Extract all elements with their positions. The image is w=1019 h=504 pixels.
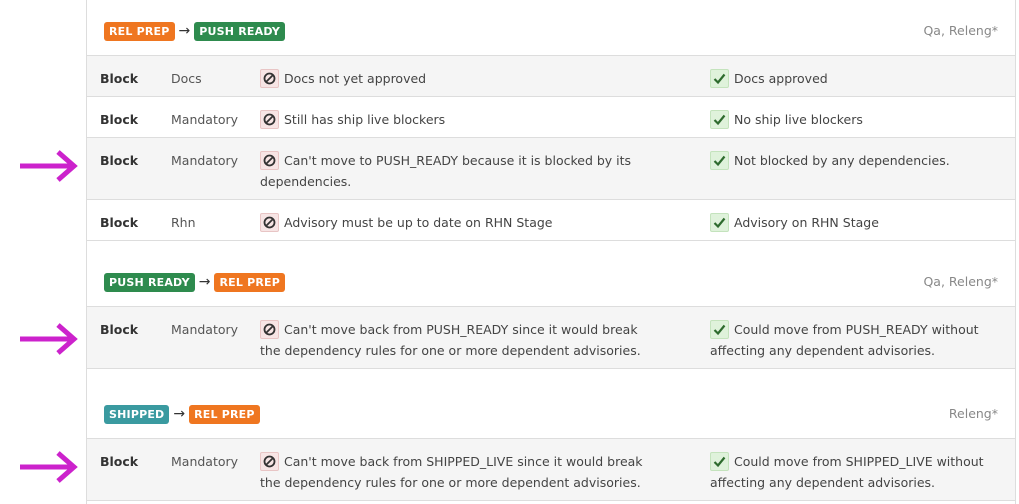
rule-fail-cell: Can't move to PUSH_READY because it is b… — [260, 150, 650, 192]
transition-header: REL PREP → PUSH READY Qa, Releng* — [87, 0, 1015, 56]
pointer-arrow-icon — [20, 323, 78, 355]
rule-type: Block — [100, 153, 139, 168]
state-badge-from: REL PREP — [104, 22, 175, 41]
transition-header: SHIPPED → REL PREP Releng* — [87, 369, 1015, 439]
state-badge-from: PUSH READY — [104, 273, 195, 292]
roles-label: Qa, Releng* — [923, 274, 998, 289]
state-badge-to: REL PREP — [214, 273, 286, 292]
transition-header: PUSH READY → REL PREP Qa, Releng* — [87, 241, 1015, 307]
rule-type: Block — [100, 71, 139, 86]
check-icon — [710, 320, 729, 339]
blocked-icon — [260, 110, 279, 129]
rule-pass-message: Could move from PUSH_READY without affec… — [710, 322, 979, 358]
check-icon — [710, 213, 729, 232]
rule-category: Mandatory — [171, 454, 239, 469]
rule-category: Docs — [171, 71, 202, 86]
state-badge-to: REL PREP — [189, 405, 260, 424]
check-icon — [710, 151, 729, 170]
rule-row: Block Mandatory Still has ship live bloc… — [87, 97, 1015, 138]
rule-pass-cell: No ship live blockers — [710, 109, 1000, 130]
rule-row: Block Docs Docs not yet approved Docs ap… — [87, 56, 1015, 97]
rule-pass-cell: Could move from SHIPPED_LIVE without aff… — [710, 451, 1000, 493]
check-icon — [710, 110, 729, 129]
rule-fail-cell: Can't move back from PUSH_READY since it… — [260, 319, 650, 361]
roles-label: Releng* — [948, 406, 998, 421]
rule-fail-message: Advisory must be up to date on RHN Stage — [284, 215, 553, 230]
rule-fail-message: Docs not yet approved — [284, 71, 427, 86]
rule-fail-message: Can't move to PUSH_READY because it is b… — [260, 153, 632, 189]
rule-category: Rhn — [171, 215, 196, 230]
rule-pass-cell: Could move from PUSH_READY without affec… — [710, 319, 1000, 361]
rule-fail-cell: Advisory must be up to date on RHN Stage — [260, 212, 650, 233]
right-arrow-icon: → — [198, 274, 211, 290]
transition-states: PUSH READY → REL PREP — [104, 273, 286, 292]
check-icon — [710, 69, 729, 88]
rule-pass-cell: Advisory on RHN Stage — [710, 212, 1000, 233]
rule-category: Mandatory — [171, 112, 239, 127]
rule-row: Block Mandatory Can't move back from PUS… — [87, 307, 1015, 369]
rule-pass-message: No ship live blockers — [734, 112, 863, 127]
right-arrow-icon: → — [173, 406, 186, 422]
right-arrow-icon: → — [178, 23, 191, 39]
roles-label: Qa, Releng* — [923, 23, 998, 38]
blocked-icon — [260, 320, 279, 339]
transition-rules-panel: REL PREP → PUSH READY Qa, Releng* Block … — [86, 0, 1016, 504]
rule-fail-cell: Still has ship live blockers — [260, 109, 650, 130]
blocked-icon — [260, 151, 279, 170]
rule-row: Block Mandatory Can't move back from SHI… — [87, 439, 1015, 501]
rule-type: Block — [100, 112, 139, 127]
check-icon — [710, 452, 729, 471]
rule-fail-message: Still has ship live blockers — [284, 112, 446, 127]
rule-pass-message: Could move from SHIPPED_LIVE without aff… — [710, 454, 984, 490]
rule-pass-cell: Docs approved — [710, 68, 1000, 89]
rule-fail-cell: Can't move back from SHIPPED_LIVE since … — [260, 451, 650, 493]
rule-pass-message: Docs approved — [734, 71, 828, 86]
state-badge-to: PUSH READY — [194, 22, 286, 41]
state-badge-from: SHIPPED — [104, 405, 170, 424]
rule-row: Block Mandatory Can't move to PUSH_READY… — [87, 138, 1015, 200]
blocked-icon — [260, 452, 279, 471]
rule-pass-cell: Not blocked by any dependencies. — [710, 150, 1000, 171]
pointer-arrow-icon — [20, 451, 78, 483]
rule-type: Block — [100, 454, 139, 469]
rule-fail-message: Can't move back from PUSH_READY since it… — [260, 322, 641, 358]
pointer-arrow-icon — [20, 150, 78, 182]
rule-type: Block — [100, 215, 139, 230]
transition-states: SHIPPED → REL PREP — [104, 405, 260, 424]
transition-states: REL PREP → PUSH READY — [104, 22, 286, 41]
rule-pass-message: Not blocked by any dependencies. — [734, 153, 950, 168]
blocked-icon — [260, 213, 279, 232]
rule-type: Block — [100, 322, 139, 337]
rule-category: Mandatory — [171, 153, 239, 168]
rule-fail-message: Can't move back from SHIPPED_LIVE since … — [260, 454, 643, 490]
rule-category: Mandatory — [171, 322, 239, 337]
rule-pass-message: Advisory on RHN Stage — [734, 215, 879, 230]
rule-fail-cell: Docs not yet approved — [260, 68, 650, 89]
blocked-icon — [260, 69, 279, 88]
rule-row: Block Rhn Advisory must be up to date on… — [87, 200, 1015, 241]
